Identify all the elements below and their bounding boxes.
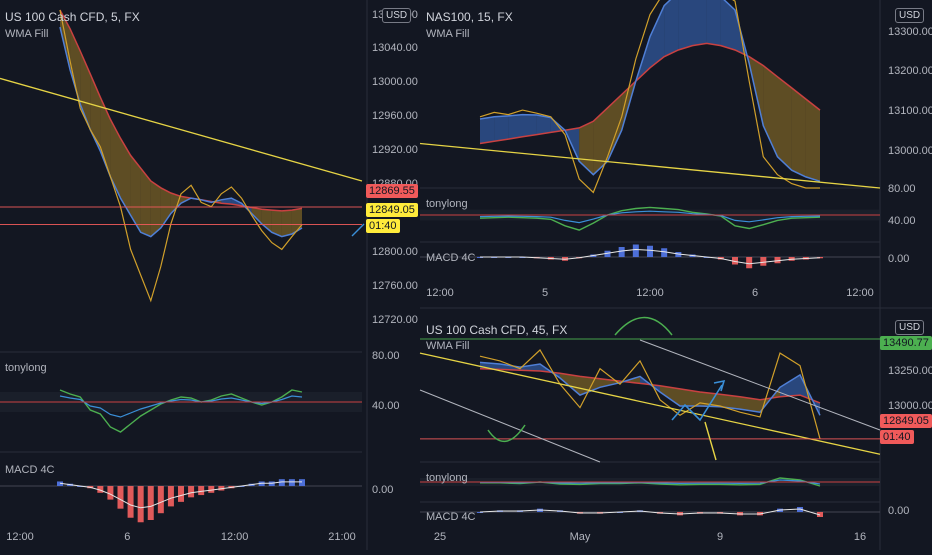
left-macd-label: MACD 4C	[5, 464, 55, 476]
time-axis-tick: 16	[854, 531, 866, 543]
macd-bar	[188, 486, 195, 498]
macd-bar	[746, 257, 753, 269]
macd-bar	[632, 244, 639, 257]
macd-bar	[167, 486, 174, 507]
channel-lower-line	[419, 389, 601, 463]
chart-canvas[interactable]: 13080.0013040.0013000.0012960.0012920.00…	[0, 0, 932, 550]
macd-axis-tick: 0.00	[372, 484, 393, 496]
wma-fill-segment	[480, 116, 495, 144]
price-axis-tick: 12760.00	[372, 280, 418, 292]
tr-currency-button[interactable]: USD	[895, 8, 925, 23]
br-currency-button[interactable]: USD	[895, 320, 925, 335]
left-indicator-label: WMA Fill	[5, 28, 49, 40]
time-axis-tick: 25	[434, 531, 446, 543]
tr-indicator-label: WMA Fill	[426, 28, 470, 40]
br-price-tag-countdown: 01:40	[880, 430, 914, 444]
macd-bar	[198, 486, 205, 496]
time-axis-tick: 5	[542, 287, 548, 299]
annotation-drop-line	[704, 421, 717, 461]
wma-fill-segment	[678, 0, 693, 51]
left-chart-title: US 100 Cash CFD, 5, FX	[5, 10, 140, 24]
price-axis-tick: 13100.00	[888, 105, 932, 117]
annotation-arc-top	[614, 316, 673, 336]
price-axis-tick: 12920.00	[372, 144, 418, 156]
macd-axis-tick: 0.00	[888, 253, 909, 265]
chart-workspace: 13080.0013040.0013000.0012960.0012920.00…	[0, 0, 932, 550]
macd-bar	[288, 479, 295, 486]
price-line	[479, 349, 821, 439]
trend-line	[0, 77, 363, 182]
left-price-tag-countdown: 01:40	[366, 219, 400, 233]
annotation-arrow-left	[351, 223, 365, 237]
wma-fill-segment	[522, 114, 537, 137]
price-axis-tick: 13300.00	[888, 26, 932, 38]
br-macd-label: MACD 4C	[426, 511, 476, 523]
osc-axis-tick: 80.00	[372, 350, 400, 362]
price-axis-tick: 13000.00	[372, 76, 418, 88]
wma-fill-segment	[664, 0, 679, 57]
br-indicator-label: WMA Fill	[426, 340, 470, 352]
tr-macd-label: MACD 4C	[426, 252, 476, 264]
br-chart-title: US 100 Cash CFD, 45, FX	[426, 323, 568, 337]
wma-slow-line	[479, 367, 821, 404]
wma-fill-segment	[805, 99, 820, 182]
wma-fill-segment	[150, 181, 161, 237]
wma-fill-segment	[791, 87, 806, 177]
price-axis-tick: 13200.00	[888, 65, 932, 77]
price-axis-tick: 12960.00	[372, 110, 418, 122]
macd-bar	[117, 486, 124, 509]
time-axis-tick: 12:00	[221, 531, 249, 543]
time-axis-tick: 12:00	[6, 531, 34, 543]
price-axis-tick: 13000.00	[888, 145, 932, 157]
time-axis-tick: 12:00	[846, 287, 874, 299]
wma-fill-segment	[579, 121, 594, 175]
macd-bar	[299, 479, 305, 486]
osc-axis-tick: 40.00	[888, 215, 916, 227]
time-axis-tick: 9	[717, 531, 723, 543]
wma-fill-segment	[508, 114, 523, 140]
time-axis-tick: May	[570, 531, 591, 543]
time-axis-tick: 6	[124, 531, 130, 543]
macd-bar	[760, 257, 767, 266]
left-price-tag-level: 12869.55	[366, 184, 418, 198]
wma-fill-segment	[281, 210, 292, 237]
macd-bar	[107, 486, 114, 500]
time-axis-tick: 12:00	[636, 287, 664, 299]
osc-axis-tick: 80.00	[888, 183, 916, 195]
time-axis-tick: 6	[752, 287, 758, 299]
time-axis-tick: 12:00	[426, 287, 454, 299]
macd-axis-tick: 0.00	[888, 505, 909, 517]
macd-bar	[157, 486, 164, 514]
wma-fill-segment	[706, 0, 721, 46]
left-currency-button[interactable]: USD	[382, 8, 412, 23]
macd-bar	[647, 245, 653, 257]
br-price-tag-last: 12849.05	[880, 414, 932, 428]
macd-bar	[618, 247, 625, 257]
wma-fill-segment	[777, 76, 792, 171]
macd-bar	[178, 486, 184, 502]
price-axis-tick: 12720.00	[372, 314, 418, 326]
wma-fill-segment	[120, 138, 131, 216]
br-price-tag-resistance: 13490.77	[880, 336, 932, 350]
time-axis-tick: 21:00	[328, 531, 356, 543]
left-osc-label: tonylong	[5, 362, 47, 374]
price-axis-tick: 12800.00	[372, 246, 418, 258]
wma-fill-segment	[593, 107, 608, 175]
macd-bar	[147, 486, 154, 520]
wma-fill-segment	[763, 65, 778, 157]
price-axis-tick: 13040.00	[372, 42, 418, 54]
price-axis-tick: 13250.00	[888, 365, 932, 377]
br-osc-label: tonylong	[426, 472, 468, 484]
macd-bar	[127, 486, 134, 518]
price-line	[59, 9, 303, 303]
left-price-tag-last: 12849.05	[366, 203, 418, 217]
price-axis-tick: 13000.00	[888, 400, 932, 412]
osc-axis-tick: 40.00	[372, 400, 400, 412]
tr-osc-label: tonylong	[426, 198, 468, 210]
wma-fill-segment	[692, 0, 707, 46]
tr-chart-title: NAS100, 15, FX	[426, 10, 513, 24]
macd-bar	[137, 486, 144, 523]
wma-fill-segment	[494, 115, 509, 142]
